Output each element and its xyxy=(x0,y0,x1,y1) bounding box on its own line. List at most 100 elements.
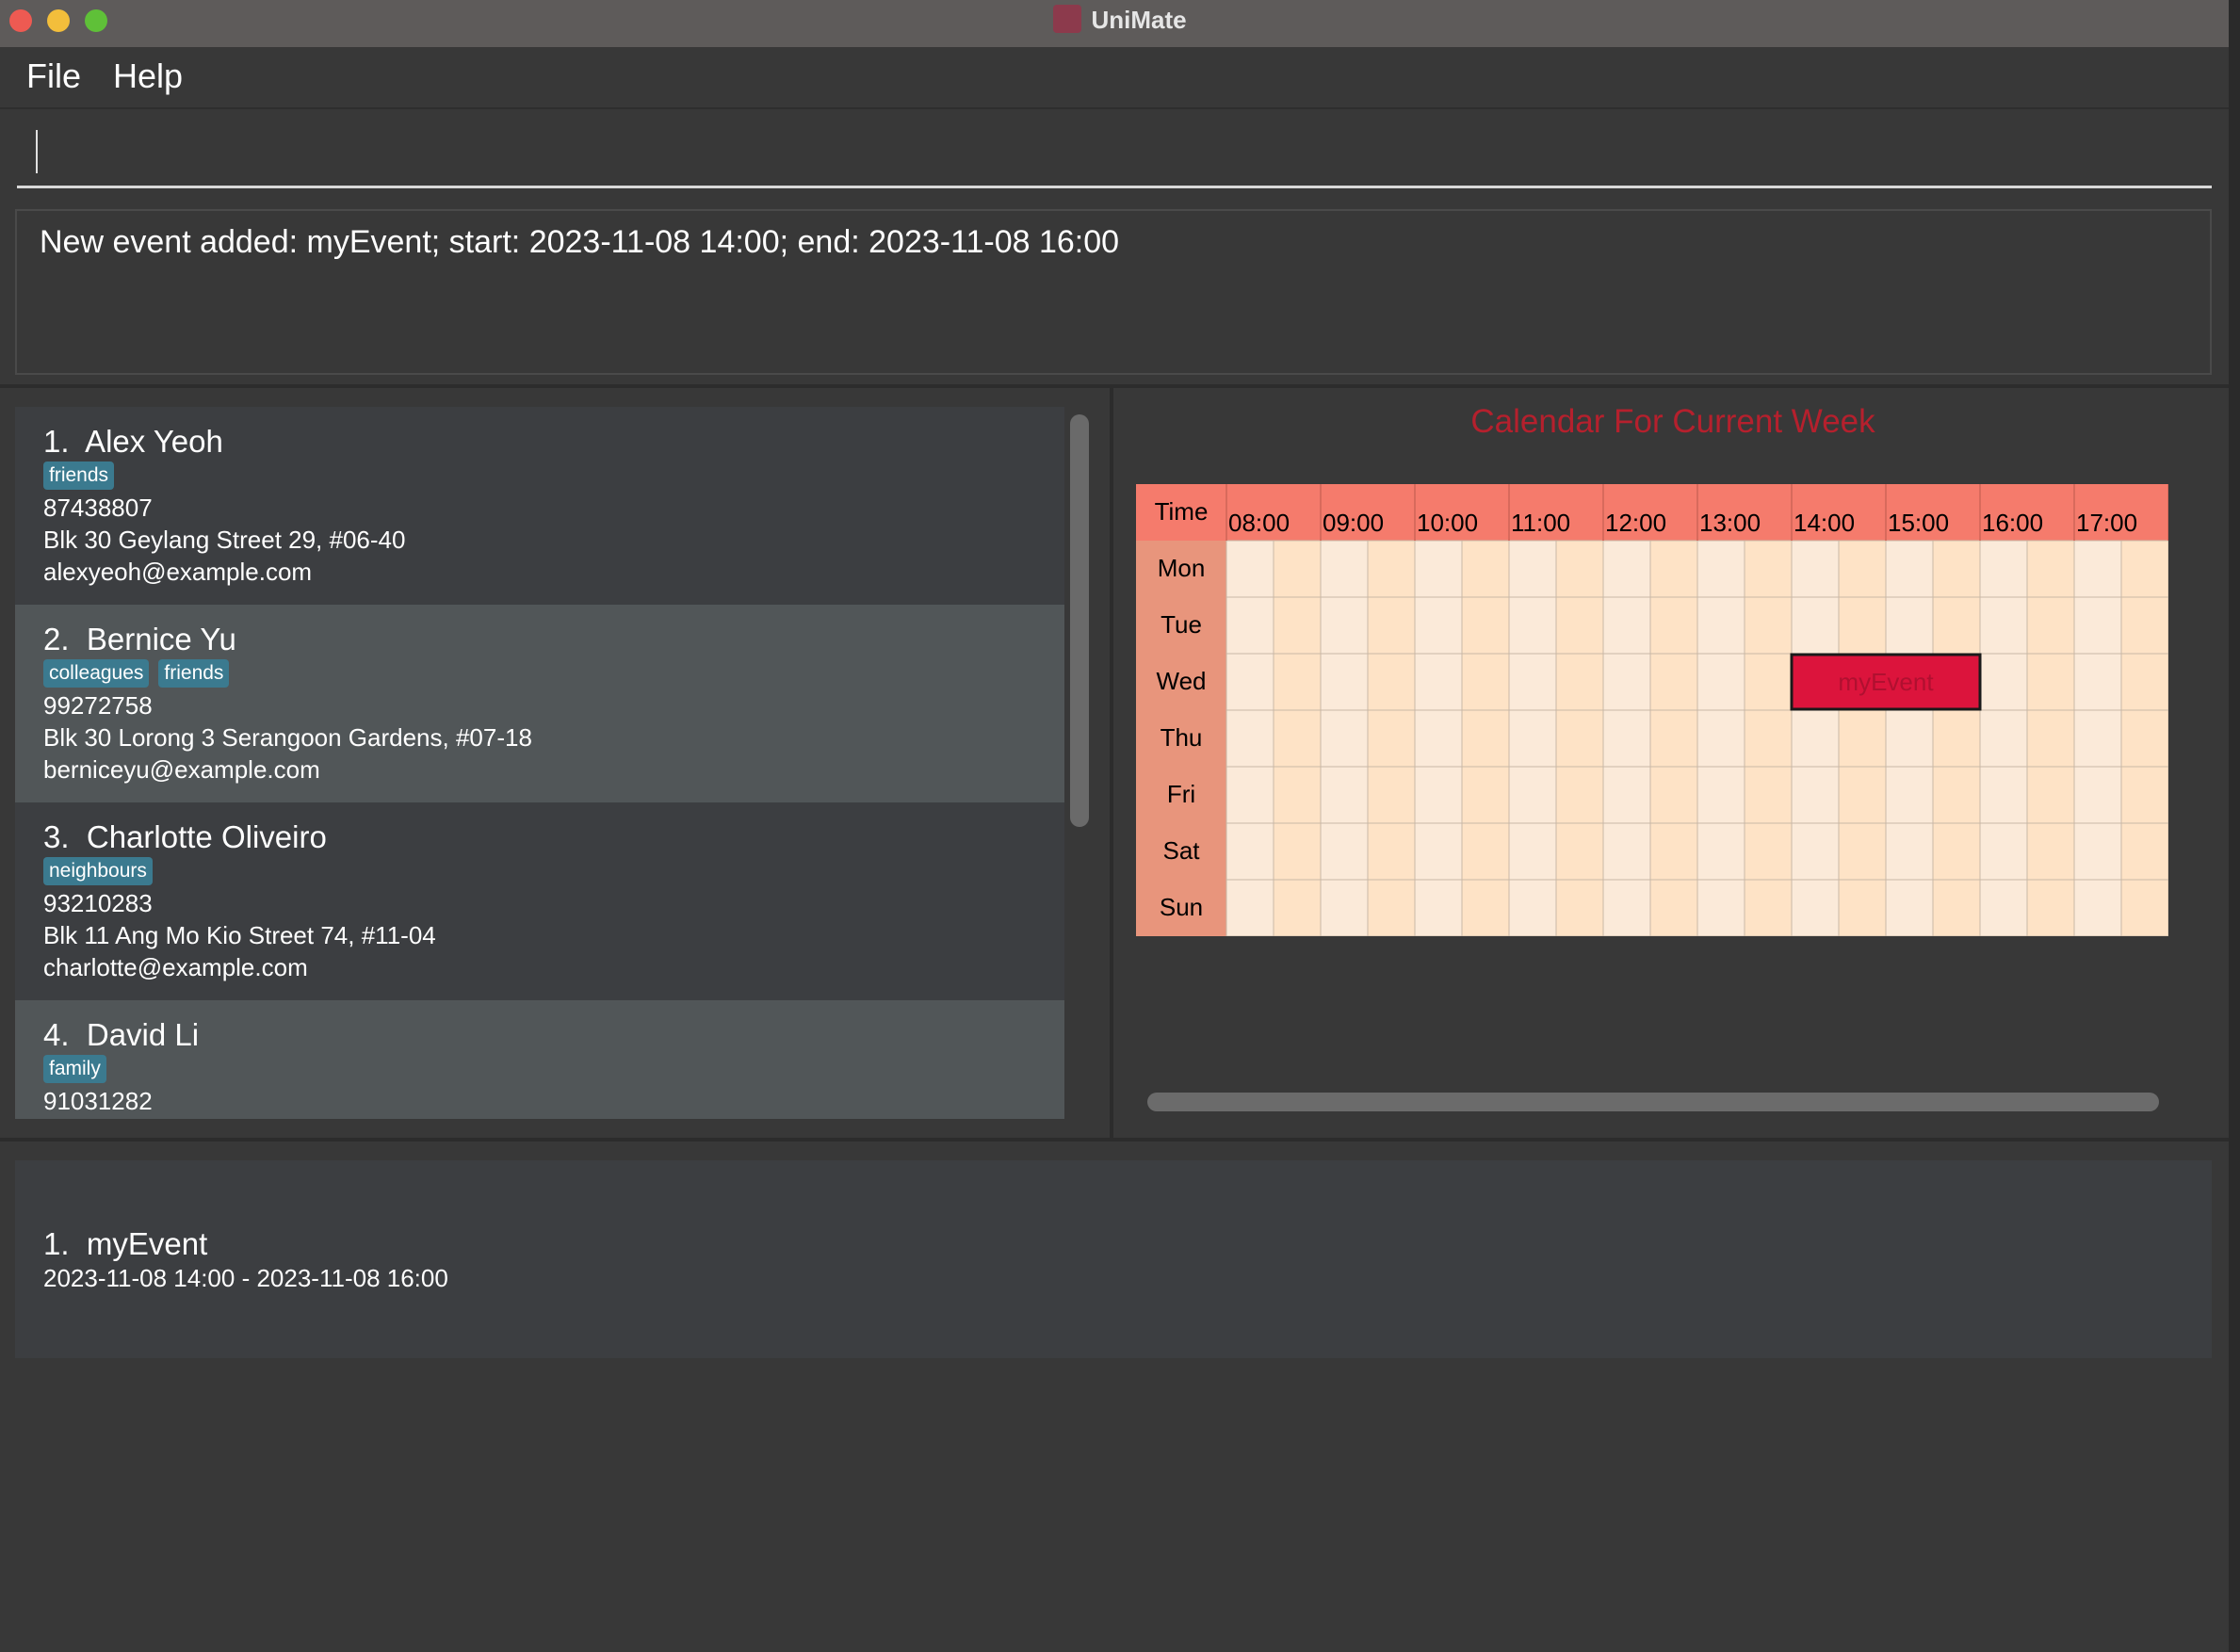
calendar-cell xyxy=(1273,766,1322,824)
person-card[interactable]: 3. Charlotte Oliveiro neighbours 9321028… xyxy=(15,802,1064,1000)
calendar-cell xyxy=(1320,879,1369,936)
calendar-cell xyxy=(1696,879,1745,936)
divider xyxy=(0,384,2229,388)
calendar-corner-label: Time xyxy=(1155,497,1209,526)
person-phone: 91031282 xyxy=(43,1087,153,1115)
calendar-cell xyxy=(1602,596,1651,655)
calendar-cell xyxy=(1696,709,1745,768)
calendar-cell xyxy=(1744,653,1793,711)
calendar-cell xyxy=(1602,822,1651,881)
calendar-day-label: Wed xyxy=(1157,667,1207,695)
tag-label: colleagues xyxy=(43,659,150,688)
calendar-time-label: 15:00 xyxy=(1888,509,1949,537)
command-box xyxy=(0,109,2229,196)
person-list[interactable]: 1. Alex Yeoh friends 87438807 Blk 30 Gey… xyxy=(15,407,1064,1119)
calendar-cell xyxy=(1367,766,1416,824)
calendar-cell xyxy=(2073,879,2122,936)
calendar-cell xyxy=(1791,879,1840,936)
calendar-cell xyxy=(1555,879,1604,936)
event-list[interactable]: 1. myEvent 2023-11-08 14:00 - 2023-11-08… xyxy=(15,1160,2212,1358)
calendar-cell xyxy=(1649,766,1698,824)
calendar-time-label: 09:00 xyxy=(1323,509,1384,537)
result-message: New event added: myEvent; start: 2023-11… xyxy=(40,224,1120,260)
window-title-text: UniMate xyxy=(1091,6,1187,34)
calendar-cell xyxy=(1414,822,1463,881)
calendar-cell xyxy=(2026,822,2075,881)
person-name: 1. Alex Yeoh xyxy=(43,424,223,459)
calendar-grid: Time 08:00 09:00 10:00 11:00 12:00 13:00 14:00 1… xyxy=(1136,484,2168,936)
calendar-cell xyxy=(1979,653,2028,711)
calendar-cell xyxy=(1932,879,1981,936)
text-caret xyxy=(36,130,38,173)
tag-label: neighbours xyxy=(43,857,153,885)
calendar-cell xyxy=(1932,822,1981,881)
person-name: 2. Bernice Yu xyxy=(43,622,236,656)
calendar-cell xyxy=(1273,653,1322,711)
calendar-cell xyxy=(1602,709,1651,768)
calendar-cell xyxy=(1226,596,1274,655)
person-card[interactable]: 4. David Li family 91031282 xyxy=(15,1000,1064,1119)
calendar-cell xyxy=(1744,822,1793,881)
calendar-cell xyxy=(1555,709,1604,768)
event-time: 2023-11-08 14:00 - 2023-11-08 16:00 xyxy=(43,1264,448,1292)
calendar-cell xyxy=(1979,709,2028,768)
calendar-time-label: 16:00 xyxy=(1982,509,2043,537)
person-name: 3. Charlotte Oliveiro xyxy=(43,819,327,854)
person-email: charlotte@example.com xyxy=(43,953,308,981)
person-name: 4. David Li xyxy=(43,1017,200,1052)
menu-help[interactable]: Help xyxy=(113,57,183,96)
calendar-time-label: 08:00 xyxy=(1228,509,1290,537)
calendar-cell xyxy=(1932,709,1981,768)
calendar-cell xyxy=(1696,596,1745,655)
person-card[interactable]: 2. Bernice Yu colleagues friends 99272758… xyxy=(15,605,1064,802)
menu-file[interactable]: File xyxy=(26,57,81,96)
calendar-cell xyxy=(1979,879,2028,936)
calendar-cell xyxy=(1555,653,1604,711)
calendar-cell xyxy=(1555,540,1604,598)
calendar-cell xyxy=(2026,540,2075,598)
calendar-cell xyxy=(1885,766,1934,824)
result-display: New event added: myEvent; start: 2023-11… xyxy=(15,209,2212,375)
calendar-cell xyxy=(1979,540,2028,598)
calendar-cell xyxy=(1744,596,1793,655)
calendar-cell xyxy=(1744,540,1793,598)
person-tags: neighbours xyxy=(43,857,162,887)
calendar-cell xyxy=(1932,540,1981,598)
calendar-cell xyxy=(1791,540,1840,598)
calendar-cell xyxy=(1508,709,1557,768)
calendar-cell xyxy=(1555,596,1604,655)
calendar-cell xyxy=(2120,709,2168,768)
calendar-cell xyxy=(1367,653,1416,711)
calendar-event-label: myEvent xyxy=(1838,668,1934,696)
calendar-cell xyxy=(1320,596,1369,655)
calendar-cell xyxy=(1649,540,1698,598)
calendar-cell xyxy=(1414,709,1463,768)
calendar-cell xyxy=(1932,596,1981,655)
calendar-cell xyxy=(1555,766,1604,824)
calendar-cell xyxy=(1273,822,1322,881)
calendar-scrollbar[interactable] xyxy=(1147,1093,2159,1111)
calendar-cell xyxy=(1979,766,2028,824)
calendar-cell xyxy=(1508,596,1557,655)
calendar-cell xyxy=(1508,822,1557,881)
calendar-cell xyxy=(1414,596,1463,655)
calendar-time-label: 17:00 xyxy=(2076,509,2137,537)
vertical-divider xyxy=(1110,388,1113,1140)
person-card[interactable]: 1. Alex Yeoh friends 87438807 Blk 30 Gey… xyxy=(15,407,1064,605)
command-input[interactable] xyxy=(17,126,2212,188)
calendar-cell xyxy=(2120,653,2168,711)
calendar-cell xyxy=(1367,596,1416,655)
calendar-cell xyxy=(1838,879,1887,936)
calendar-cell xyxy=(1461,709,1510,768)
calendar-cell xyxy=(1744,709,1793,768)
calendar-cell xyxy=(1414,653,1463,711)
calendar-cell xyxy=(2120,540,2168,598)
calendar-cell xyxy=(1885,709,1934,768)
calendar-cell xyxy=(1649,879,1698,936)
person-list-scroll-thumb[interactable] xyxy=(1070,414,1089,827)
calendar-cell xyxy=(1649,822,1698,881)
calendar-cell xyxy=(2026,879,2075,936)
person-address: Blk 30 Geylang Street 29, #06-40 xyxy=(43,526,406,554)
calendar-cell xyxy=(2120,766,2168,824)
calendar-cell xyxy=(1273,879,1322,936)
